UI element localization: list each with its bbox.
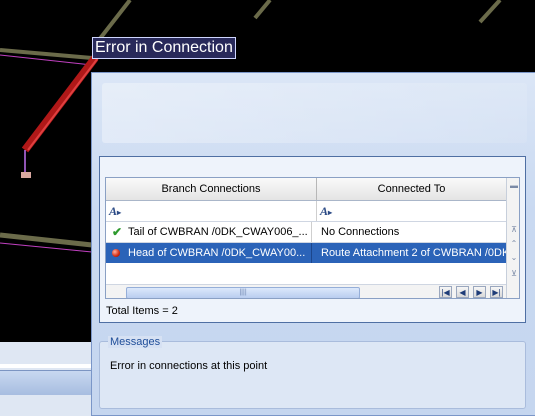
connected-cell: Route Attachment 2 of CWBRAN /0DK_ xyxy=(321,247,506,259)
filter-cell-branch[interactable]: A▸ xyxy=(106,201,317,221)
highlighted-branch xyxy=(21,55,99,153)
scroll-down-icon[interactable]: ⌄ xyxy=(508,252,519,264)
grid-header: Branch Connections Connected To xyxy=(106,178,506,201)
column-header-connected[interactable]: Connected To xyxy=(317,178,506,200)
highlighted-branch-edge xyxy=(27,57,99,151)
scroll-up-icon[interactable]: ⌃ xyxy=(508,238,519,250)
prev-page-button[interactable]: ◀ xyxy=(456,286,469,298)
vertical-scrollbar[interactable]: ▬ ⊼ ⌃ ⌄ ⊻ xyxy=(506,178,519,298)
connection-dialog: Branch Connections Connected To A▸ A▸ ✔ … xyxy=(91,72,535,416)
panel-divider xyxy=(0,364,92,368)
text-filter-icon[interactable]: A▸ xyxy=(109,204,121,219)
background-panel xyxy=(0,342,92,416)
message-text: Error in connections at this point xyxy=(110,360,268,372)
branch-cell: Tail of CWBRAN /0DK_CWAY006_... xyxy=(106,222,312,242)
connections-group: Branch Connections Connected To A▸ A▸ ✔ … xyxy=(99,156,526,323)
filter-row: A▸ A▸ xyxy=(106,201,506,222)
connections-grid: Branch Connections Connected To A▸ A▸ ✔ … xyxy=(105,177,520,299)
scroll-thumb[interactable]: |||| xyxy=(126,287,360,298)
table-row-selected[interactable]: Head of CWBRAN /0DK_CWAY00... Route Atta… xyxy=(106,243,506,263)
scroll-bottom-icon[interactable]: ⊻ xyxy=(508,268,519,280)
first-page-button[interactable]: |◀ xyxy=(439,286,452,298)
messages-title: Messages xyxy=(108,336,163,348)
messages-group: Messages Error in connections at this po… xyxy=(99,336,526,409)
attachment-marker xyxy=(21,172,31,178)
total-items: Total Items = 2 xyxy=(106,305,178,317)
column-header-branch[interactable]: Branch Connections xyxy=(106,178,317,200)
pipe-segment xyxy=(478,0,502,24)
horizontal-scrollbar[interactable]: |||| |◀ ◀ ▶ ▶| xyxy=(106,284,506,298)
dialog-header-area xyxy=(102,83,527,143)
last-page-button[interactable]: ▶| xyxy=(490,286,503,298)
filter-cell-connected[interactable]: A▸ xyxy=(317,201,506,221)
panel-bar xyxy=(0,370,92,395)
text-filter-icon[interactable]: A▸ xyxy=(320,204,332,219)
scroll-top-icon[interactable]: ⊼ xyxy=(508,224,519,236)
next-page-button[interactable]: ▶ xyxy=(473,286,486,298)
pipe-segment xyxy=(0,232,93,248)
error-label: Error in Connection xyxy=(92,37,236,59)
connected-cell: No Connections xyxy=(321,226,400,238)
scroll-corner-icon[interactable]: ▬ xyxy=(508,180,519,192)
table-row[interactable]: ✔ Tail of CWBRAN /0DK_CWAY006_... No Con… xyxy=(106,222,506,243)
branch-cell: Head of CWBRAN /0DK_CWAY00... xyxy=(106,243,312,263)
pipe-segment xyxy=(253,0,272,20)
